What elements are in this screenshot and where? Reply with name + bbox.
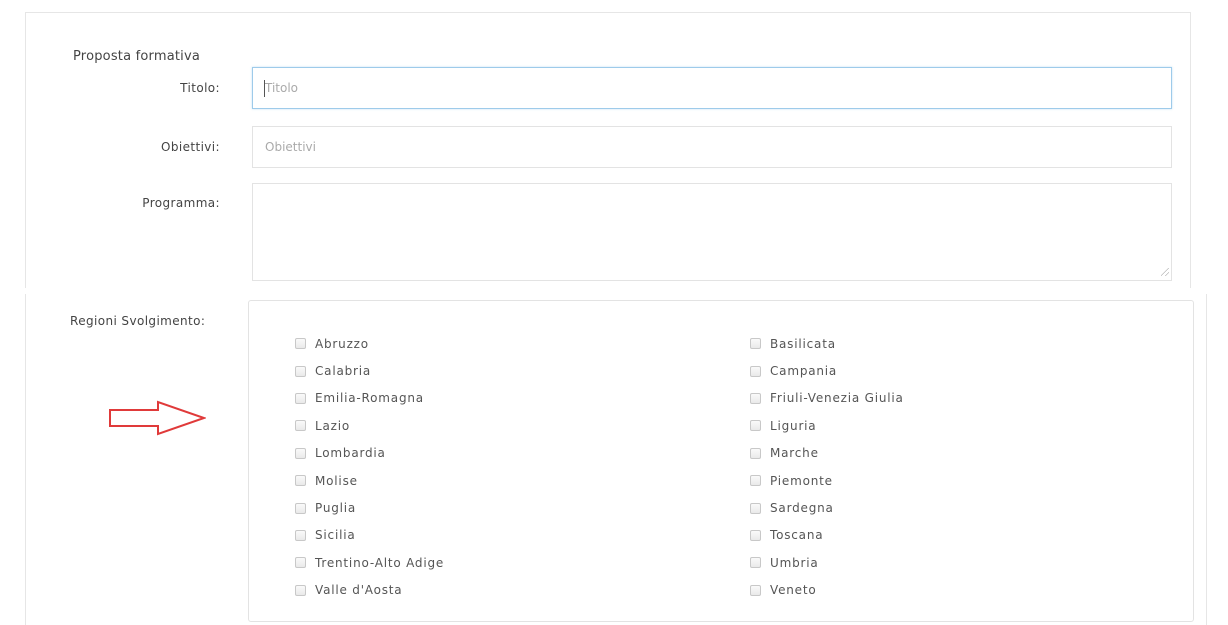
region-label: Basilicata <box>770 336 836 351</box>
region-label: Trentino-Alto Adige <box>315 555 445 570</box>
region-label: Liguria <box>770 418 817 433</box>
regions-right-column: Basilicata Campania Friuli-Venezia Giulia L… <box>750 330 904 604</box>
region-checkbox[interactable] <box>750 392 761 404</box>
region-item[interactable]: Calabria <box>295 357 444 384</box>
region-label: Friuli-Venezia Giulia <box>770 391 904 406</box>
region-checkbox[interactable] <box>750 502 761 514</box>
region-item[interactable]: Basilicata <box>750 330 904 357</box>
region-label: Puglia <box>315 501 357 516</box>
region-checkbox[interactable] <box>295 447 306 459</box>
region-label: Sardegna <box>770 501 834 516</box>
region-checkbox[interactable] <box>295 502 306 514</box>
region-checkbox[interactable] <box>750 529 761 541</box>
region-checkbox[interactable] <box>295 420 306 432</box>
region-label: Sicilia <box>315 528 356 543</box>
section-title: Proposta formativa <box>73 49 201 64</box>
region-item[interactable]: Trentino-Alto Adige <box>295 549 444 576</box>
region-checkbox[interactable] <box>295 475 306 487</box>
region-label: Valle d'Aosta <box>315 583 403 598</box>
region-item[interactable]: Puglia <box>295 494 444 521</box>
region-checkbox[interactable] <box>750 365 761 377</box>
region-checkbox[interactable] <box>750 475 761 487</box>
titolo-input[interactable] <box>252 67 1172 109</box>
region-label: Molise <box>315 473 358 488</box>
arrow-shape <box>109 400 206 436</box>
region-label: Piemonte <box>770 473 833 488</box>
titolo-label: Titolo: <box>180 81 220 95</box>
region-item[interactable]: Toscana <box>750 522 904 549</box>
region-checkbox[interactable] <box>295 392 306 404</box>
regions-label: Regioni Svolgimento: <box>70 314 206 328</box>
region-item[interactable]: Lombardia <box>295 440 444 467</box>
region-label: Umbria <box>770 555 819 570</box>
region-label: Marche <box>770 446 819 461</box>
region-item[interactable]: Lazio <box>295 412 444 439</box>
region-item[interactable]: Veneto <box>750 577 904 604</box>
programma-textarea[interactable] <box>252 183 1172 281</box>
text-caret <box>264 80 265 97</box>
region-item[interactable]: Molise <box>295 467 444 494</box>
region-label: Campania <box>770 364 838 379</box>
region-checkbox[interactable] <box>750 447 761 459</box>
region-label: Emilia-Romagna <box>315 391 424 406</box>
region-checkbox[interactable] <box>295 338 306 350</box>
region-checkbox[interactable] <box>295 365 306 377</box>
region-checkbox[interactable] <box>750 338 761 350</box>
region-item[interactable]: Abruzzo <box>295 330 444 357</box>
region-label: Calabria <box>315 364 372 379</box>
region-label: Toscana <box>770 528 824 543</box>
obiettivi-input[interactable] <box>252 126 1172 168</box>
region-label: Veneto <box>770 583 817 598</box>
region-item[interactable]: Umbria <box>750 549 904 576</box>
page: Proposta formativa Titolo: Obiettivi: Pr… <box>0 0 1228 625</box>
region-item[interactable]: Friuli-Venezia Giulia <box>750 385 904 412</box>
region-item[interactable]: Liguria <box>750 412 904 439</box>
region-item[interactable]: Marche <box>750 440 904 467</box>
obiettivi-label: Obiettivi: <box>160 140 220 154</box>
region-item[interactable]: Sardegna <box>750 494 904 521</box>
region-item[interactable]: Emilia-Romagna <box>295 385 444 412</box>
region-item[interactable]: Valle d'Aosta <box>295 577 444 604</box>
region-checkbox[interactable] <box>295 557 306 569</box>
region-checkbox[interactable] <box>295 584 306 596</box>
region-item[interactable]: Piemonte <box>750 467 904 494</box>
programma-label: Programma: <box>142 196 220 210</box>
region-label: Abruzzo <box>315 336 369 351</box>
region-checkbox[interactable] <box>750 420 761 432</box>
right-arrow-outline-icon <box>109 400 206 436</box>
region-checkbox[interactable] <box>750 584 761 596</box>
region-item[interactable]: Sicilia <box>295 522 444 549</box>
regions-left-column: Abruzzo Calabria Emilia-Romagna Lazio Lombar… <box>295 330 444 604</box>
region-label: Lazio <box>315 418 351 433</box>
region-checkbox[interactable] <box>295 529 306 541</box>
region-item[interactable]: Campania <box>750 357 904 384</box>
region-label: Lombardia <box>315 446 386 461</box>
resize-grip-icon[interactable] <box>1161 268 1169 276</box>
region-checkbox[interactable] <box>750 557 761 569</box>
